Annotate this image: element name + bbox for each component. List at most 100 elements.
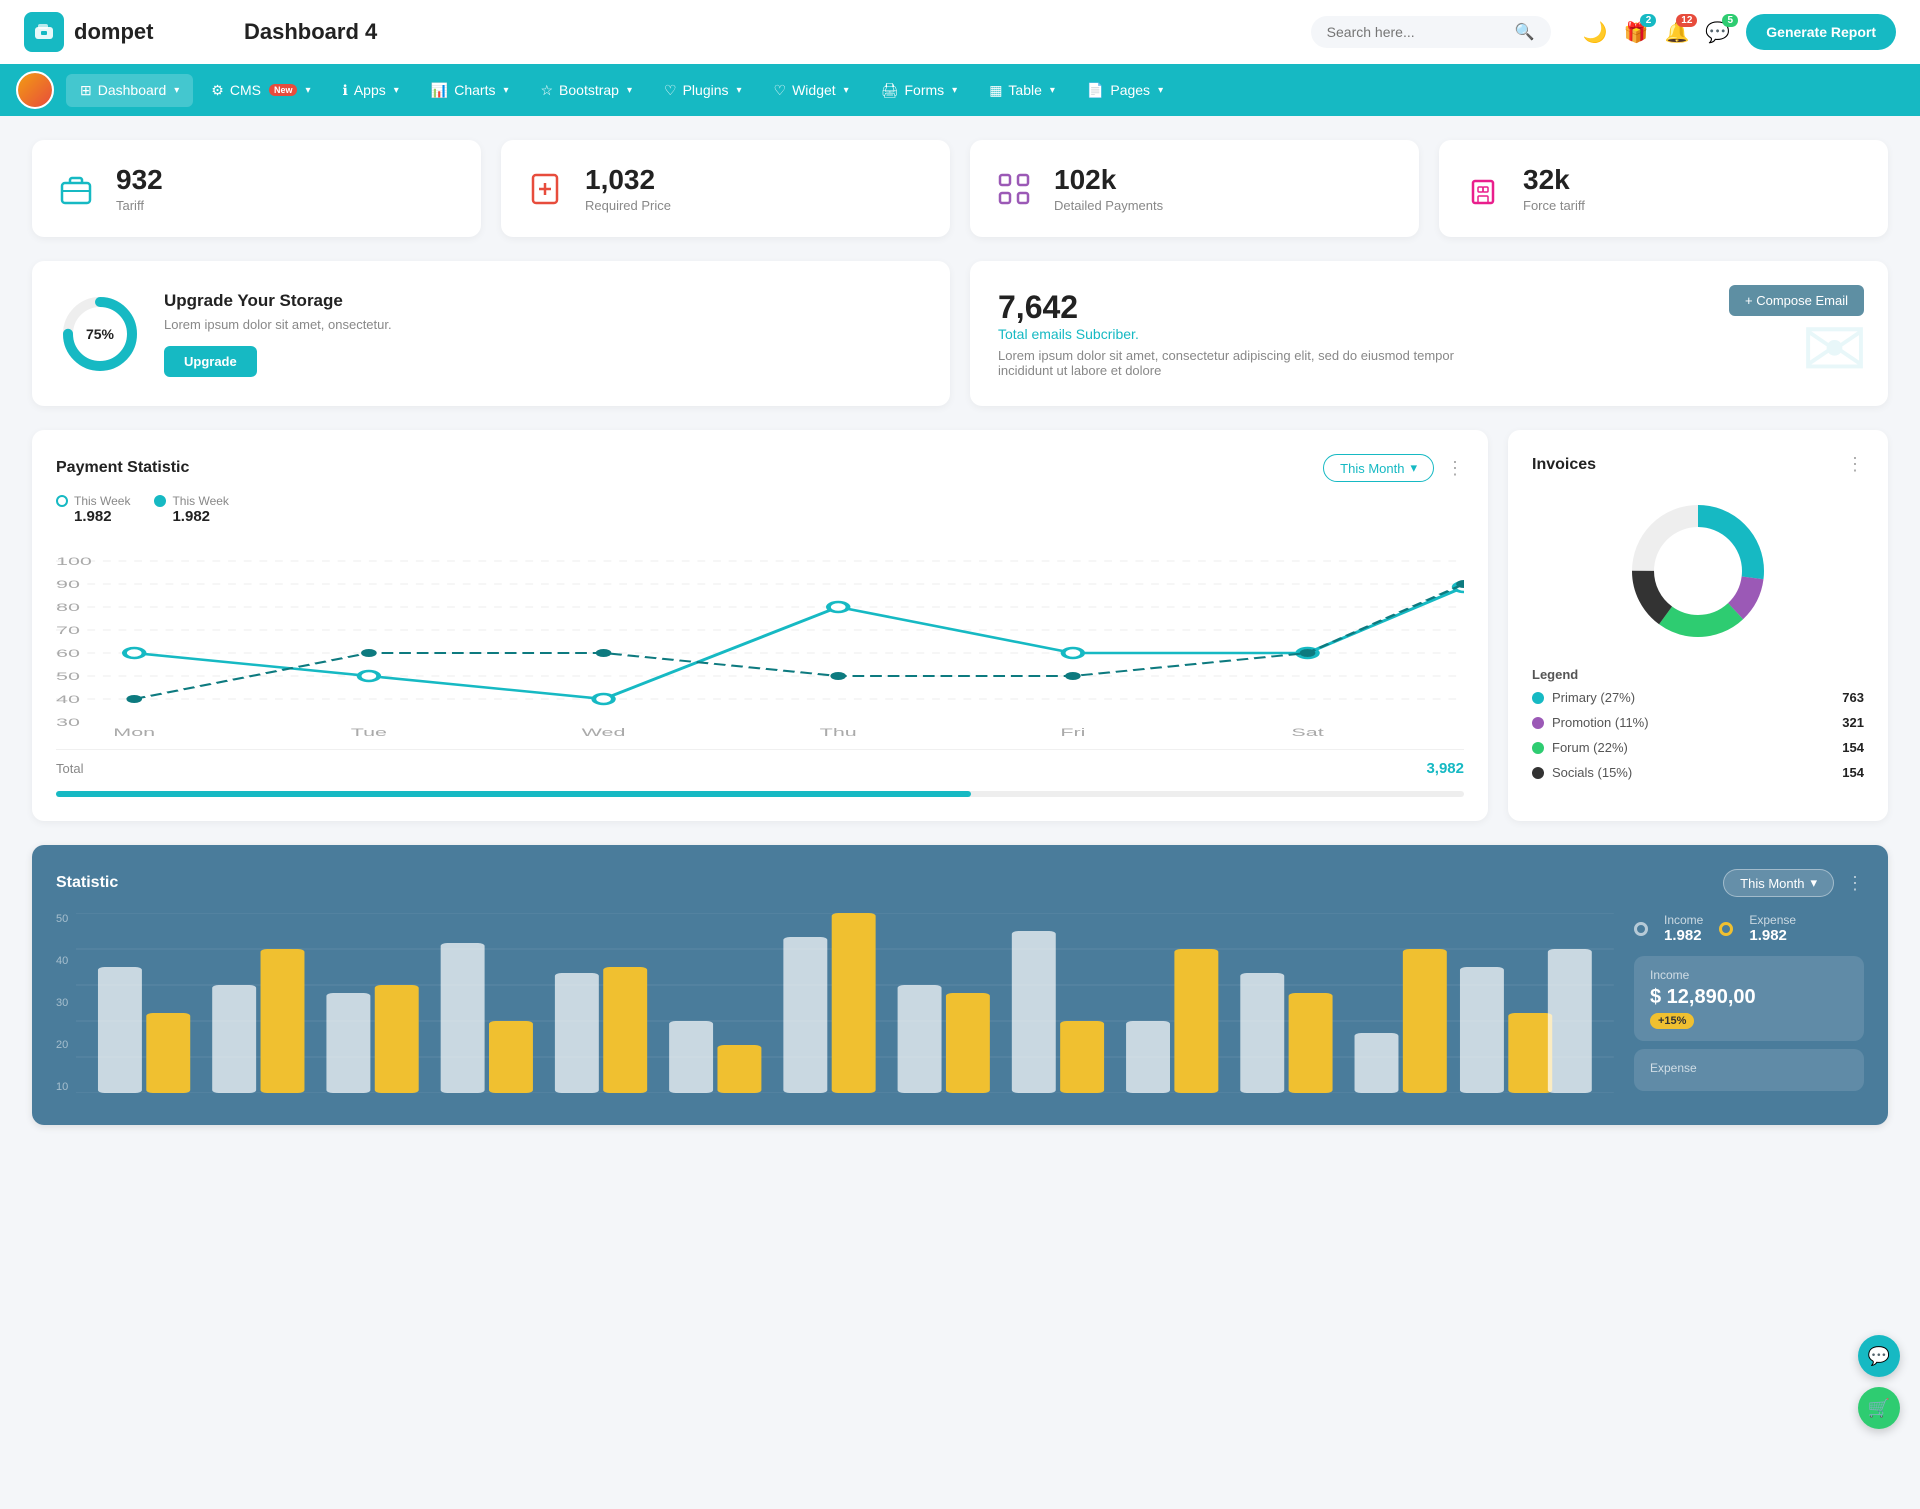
nav-forms-label: Forms (904, 82, 944, 98)
header: dompet Dashboard 4 🔍 🌙 🎁2 🔔12 💬5 Generat… (0, 0, 1920, 64)
stat-price-info: 1,032 Required Price (585, 164, 671, 213)
income-panel: Income 1.982 Expense 1.982 Income $ 12,8… (1634, 913, 1864, 1098)
logo-area: dompet (24, 12, 204, 52)
this-month-label: This Month (1340, 461, 1404, 476)
this-month-button[interactable]: This Month ▾ (1323, 454, 1434, 482)
svg-text:40: 40 (56, 693, 80, 705)
svg-text:80: 80 (56, 601, 80, 613)
y-label-40: 40 (56, 955, 68, 967)
nav-item-bootstrap[interactable]: ☆ Bootstrap ▾ (526, 74, 646, 107)
statistic-more-icon[interactable]: ⋮ (1846, 873, 1864, 894)
nav-plugins-label: Plugins (683, 82, 729, 98)
grid-dots-icon (990, 165, 1038, 213)
stat-y-axis: 50 40 30 20 10 (56, 913, 68, 1093)
nav-item-charts[interactable]: 📊 Charts ▾ (417, 74, 523, 107)
cart-fab[interactable]: 🛒 (1858, 1387, 1900, 1429)
income-item: Income 1.982 (1664, 913, 1703, 944)
stat-card-force: 32k Force tariff (1439, 140, 1888, 237)
promotion-color-dot (1532, 717, 1544, 729)
more-options-icon[interactable]: ⋮ (1446, 458, 1464, 479)
nav-item-apps[interactable]: ℹ Apps ▾ (329, 74, 413, 107)
legend-title: Legend (1532, 667, 1864, 682)
primary-value: 763 (1842, 690, 1864, 705)
search-icon[interactable]: 🔍 (1515, 22, 1535, 42)
legend-label-1: This Week (74, 494, 130, 508)
printer-icon: 🖨 (881, 82, 899, 99)
briefcase-icon (52, 165, 100, 213)
legend-this-week-2: This Week 1.982 (154, 494, 228, 525)
y-label-50: 50 (56, 913, 68, 925)
chevron-down-icon: ▾ (844, 85, 849, 96)
svg-text:50: 50 (56, 670, 80, 682)
socials-color-dot (1532, 767, 1544, 779)
progress-bar (56, 791, 1464, 797)
legend-label-2: This Week (172, 494, 228, 508)
payment-legend: This Week 1.982 This Week 1.982 (56, 494, 1464, 525)
moon-toggle[interactable]: 🌙 (1583, 20, 1608, 45)
legend-value-1: 1.982 (74, 508, 130, 525)
invoices-donut-chart (1618, 491, 1778, 651)
payments-value: 102k (1054, 164, 1163, 196)
nav-item-pages[interactable]: 📄 Pages ▾ (1073, 74, 1177, 107)
gear-icon: ⚙ (211, 82, 224, 99)
payment-title: Payment Statistic (56, 459, 189, 477)
gift-icon[interactable]: 🎁2 (1624, 20, 1649, 45)
income-label: Income (1664, 913, 1703, 927)
search-input[interactable] (1327, 24, 1507, 40)
chat-fab[interactable]: 💬 (1858, 1335, 1900, 1377)
income-dot (1634, 922, 1648, 936)
force-label: Force tariff (1523, 198, 1585, 213)
income-amount: $ 12,890,00 (1650, 986, 1848, 1009)
nav-item-forms[interactable]: 🖨 Forms ▾ (867, 74, 971, 107)
invoices-header: Invoices ⋮ (1532, 454, 1864, 475)
email-subtitle: Total emails Subcriber. (998, 326, 1860, 342)
y-label-30: 30 (56, 997, 68, 1009)
nav-charts-label: Charts (454, 82, 495, 98)
nav-item-dashboard[interactable]: ⊞ Dashboard ▾ (66, 74, 193, 107)
gift-badge: 2 (1640, 14, 1656, 27)
svg-text:100: 100 (56, 555, 92, 567)
income-value: 1.982 (1664, 927, 1703, 944)
nav-item-plugins[interactable]: ♡ Plugins ▾ (650, 74, 756, 107)
storage-donut: 75% (60, 294, 140, 374)
nav-item-table[interactable]: ▦ Table ▾ (975, 74, 1069, 107)
legend-item-socials: Socials (15%) 154 (1532, 765, 1864, 780)
svg-text:Tue: Tue (351, 726, 387, 738)
total-label: Total (56, 761, 83, 776)
search-box: 🔍 (1311, 16, 1551, 48)
income-box-label: Income (1650, 968, 1848, 982)
fab-group: 💬 🛒 (1858, 1335, 1900, 1429)
progress-fill (56, 791, 971, 797)
svg-text:90: 90 (56, 578, 80, 590)
tariff-value: 932 (116, 164, 163, 196)
expense-dot (1719, 922, 1733, 936)
payment-statistic-card: Payment Statistic This Month ▾ ⋮ This We… (32, 430, 1488, 821)
invoices-card: Invoices ⋮ (1508, 430, 1888, 821)
chevron-down-icon: ▾ (1410, 460, 1417, 476)
bar-chart-area: 50 40 30 20 10 (56, 913, 1614, 1098)
statistic-title: Statistic (56, 874, 118, 892)
nav-item-cms[interactable]: ⚙ CMS New ▾ (197, 74, 324, 107)
invoices-more-icon[interactable]: ⋮ (1846, 454, 1864, 475)
chat-icon[interactable]: 💬5 (1705, 20, 1730, 45)
stat-card-tariff: 932 Tariff (32, 140, 481, 237)
middle-row: 75% Upgrade Your Storage Lorem ipsum dol… (32, 261, 1888, 406)
statistic-this-month-button[interactable]: This Month ▾ (1723, 869, 1834, 897)
chat-badge: 5 (1722, 14, 1738, 27)
upgrade-button[interactable]: Upgrade (164, 346, 257, 377)
chevron-down-icon: ▾ (174, 85, 179, 96)
brand-name: dompet (74, 19, 153, 45)
bell-icon[interactable]: 🔔12 (1664, 20, 1689, 45)
legend-dot-filled (154, 495, 166, 507)
forum-color-dot (1532, 742, 1544, 754)
generate-report-button[interactable]: Generate Report (1746, 14, 1896, 50)
svg-text:70: 70 (56, 624, 80, 636)
nav-item-widget[interactable]: ♡ Widget ▾ (760, 74, 863, 107)
legend-value-2: 1.982 (172, 508, 228, 525)
email-description: Lorem ipsum dolor sit amet, consectetur … (998, 348, 1478, 378)
invoices-donut-wrap (1532, 491, 1864, 651)
nav-pages-label: Pages (1110, 82, 1150, 98)
bell-badge: 12 (1676, 14, 1697, 27)
stat-force-info: 32k Force tariff (1523, 164, 1585, 213)
chevron-down-icon: ▾ (1810, 875, 1817, 891)
